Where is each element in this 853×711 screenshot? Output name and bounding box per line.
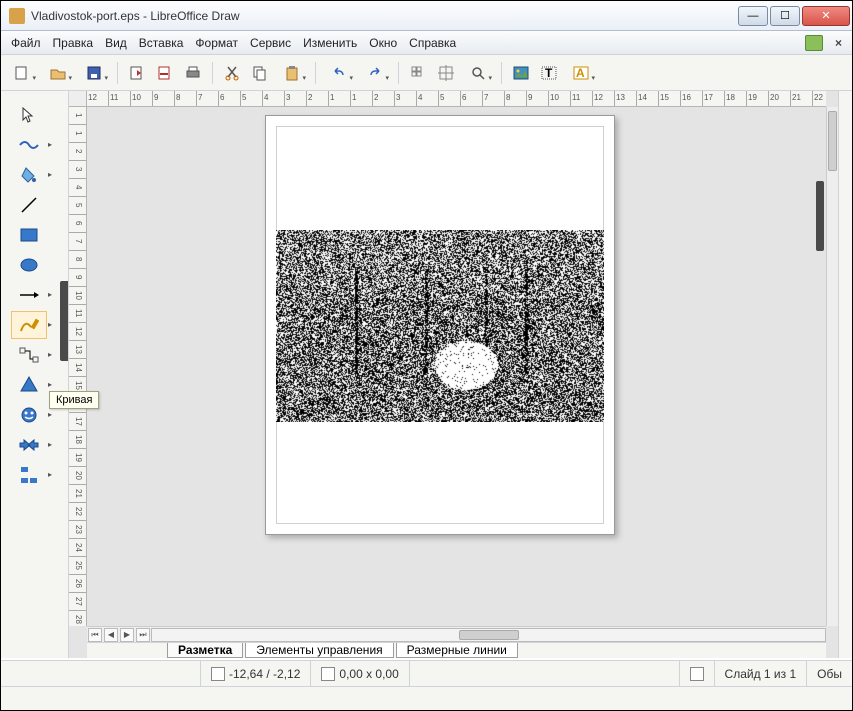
standard-toolbar: T A xyxy=(1,55,852,91)
paste-button[interactable] xyxy=(275,60,309,86)
zoom-button[interactable] xyxy=(461,60,495,86)
tab-dimlines[interactable]: Размерные линии xyxy=(396,643,518,658)
tab-layout[interactable]: Разметка xyxy=(167,643,243,658)
undo-button[interactable] xyxy=(322,60,356,86)
helplines-button[interactable] xyxy=(433,60,459,86)
select-tool[interactable] xyxy=(11,101,47,129)
svg-text:A: A xyxy=(576,66,585,80)
connector-tool[interactable] xyxy=(11,341,47,369)
menu-view[interactable]: Вид xyxy=(99,34,133,52)
position-icon xyxy=(211,667,225,681)
viewport[interactable] xyxy=(87,107,826,626)
status-signature[interactable] xyxy=(680,661,715,686)
status-extra: Обы xyxy=(807,661,852,686)
menu-edit[interactable]: Правка xyxy=(47,34,100,52)
menu-tools[interactable]: Сервис xyxy=(244,34,297,52)
horizontal-scrollbar[interactable]: ⏮ ◀ ▶ ⏭ xyxy=(87,626,826,642)
symbol-shapes-tool[interactable] xyxy=(11,401,47,429)
svg-text:T: T xyxy=(545,66,553,80)
menu-help[interactable]: Справка xyxy=(403,34,462,52)
ruler-corner xyxy=(69,91,87,107)
open-button[interactable] xyxy=(41,60,75,86)
signature-icon xyxy=(690,667,704,681)
app-icon xyxy=(9,8,25,24)
toolbox-collapse-handle[interactable] xyxy=(60,281,68,361)
workspace: Кривая 121110987654321123456789101112131… xyxy=(1,91,852,658)
menu-format[interactable]: Формат xyxy=(189,34,244,52)
canvas-area: 1211109876543211234567891011121314151617… xyxy=(69,91,838,658)
print-button[interactable] xyxy=(180,60,206,86)
vertical-scrollbar[interactable] xyxy=(826,107,838,626)
update-icon[interactable] xyxy=(805,35,823,51)
grid-button[interactable] xyxy=(405,60,431,86)
fontwork-button[interactable]: A xyxy=(564,60,598,86)
menu-file[interactable]: Файл xyxy=(5,34,47,52)
line-arrow-tool[interactable] xyxy=(11,281,47,309)
insert-text-button[interactable]: T xyxy=(536,60,562,86)
sidepanel-handle[interactable] xyxy=(816,181,824,251)
tooltip: Кривая xyxy=(49,391,99,409)
fill-color-tool[interactable] xyxy=(11,161,47,189)
prev-page-button[interactable]: ◀ xyxy=(104,628,118,642)
basic-shapes-tool[interactable] xyxy=(11,371,47,399)
vertical-ruler[interactable]: 1123456789101112131415161718192021222324… xyxy=(69,107,87,626)
window-title: Vladivostok-port.eps - LibreOffice Draw xyxy=(31,9,738,23)
line-tool[interactable] xyxy=(11,191,47,219)
layer-tabs: Разметка Элементы управления Размерные л… xyxy=(87,642,826,658)
window-buttons: — ☐ ✕ xyxy=(738,6,850,26)
cut-button[interactable] xyxy=(219,60,245,86)
status-coords: -12,64 / -2,12 xyxy=(201,661,311,686)
size-icon xyxy=(321,667,335,681)
close-document-button[interactable]: × xyxy=(829,36,848,50)
curve-tool[interactable] xyxy=(11,311,47,339)
last-page-button[interactable]: ⏭ xyxy=(136,628,150,642)
insert-picture-button[interactable] xyxy=(508,60,534,86)
status-bar: -12,64 / -2,12 0,00 x 0,00 Слайд 1 из 1 … xyxy=(1,660,852,686)
tab-controls[interactable]: Элементы управления xyxy=(245,643,393,658)
task-bar-stub xyxy=(1,686,852,710)
line-color-tool[interactable] xyxy=(11,131,47,159)
menu-insert[interactable]: Вставка xyxy=(133,34,190,52)
page[interactable] xyxy=(265,115,615,535)
status-size: 0,00 x 0,00 xyxy=(311,661,409,686)
inserted-image[interactable] xyxy=(276,230,604,422)
export-button[interactable] xyxy=(124,60,150,86)
side-panel[interactable] xyxy=(838,91,852,658)
title-bar: Vladivostok-port.eps - LibreOffice Draw … xyxy=(1,1,852,31)
maximize-button[interactable]: ☐ xyxy=(770,6,800,26)
menu-modify[interactable]: Изменить xyxy=(297,34,363,52)
new-button[interactable] xyxy=(5,60,39,86)
ellipse-tool[interactable] xyxy=(11,251,47,279)
horizontal-ruler[interactable]: 1211109876543211234567891011121314151617… xyxy=(87,91,826,107)
block-arrows-tool[interactable] xyxy=(11,431,47,459)
next-page-button[interactable]: ▶ xyxy=(120,628,134,642)
export-pdf-button[interactable] xyxy=(152,60,178,86)
close-button[interactable]: ✕ xyxy=(802,6,850,26)
status-slide: Слайд 1 из 1 xyxy=(715,661,808,686)
flowchart-tool[interactable] xyxy=(11,461,47,489)
redo-button[interactable] xyxy=(358,60,392,86)
save-button[interactable] xyxy=(77,60,111,86)
menu-window[interactable]: Окно xyxy=(363,34,403,52)
copy-button[interactable] xyxy=(247,60,273,86)
drawing-toolbox: Кривая xyxy=(1,91,69,658)
rectangle-tool[interactable] xyxy=(11,221,47,249)
menu-bar: Файл Правка Вид Вставка Формат Сервис Из… xyxy=(1,31,852,55)
minimize-button[interactable]: — xyxy=(738,6,768,26)
first-page-button[interactable]: ⏮ xyxy=(88,628,102,642)
